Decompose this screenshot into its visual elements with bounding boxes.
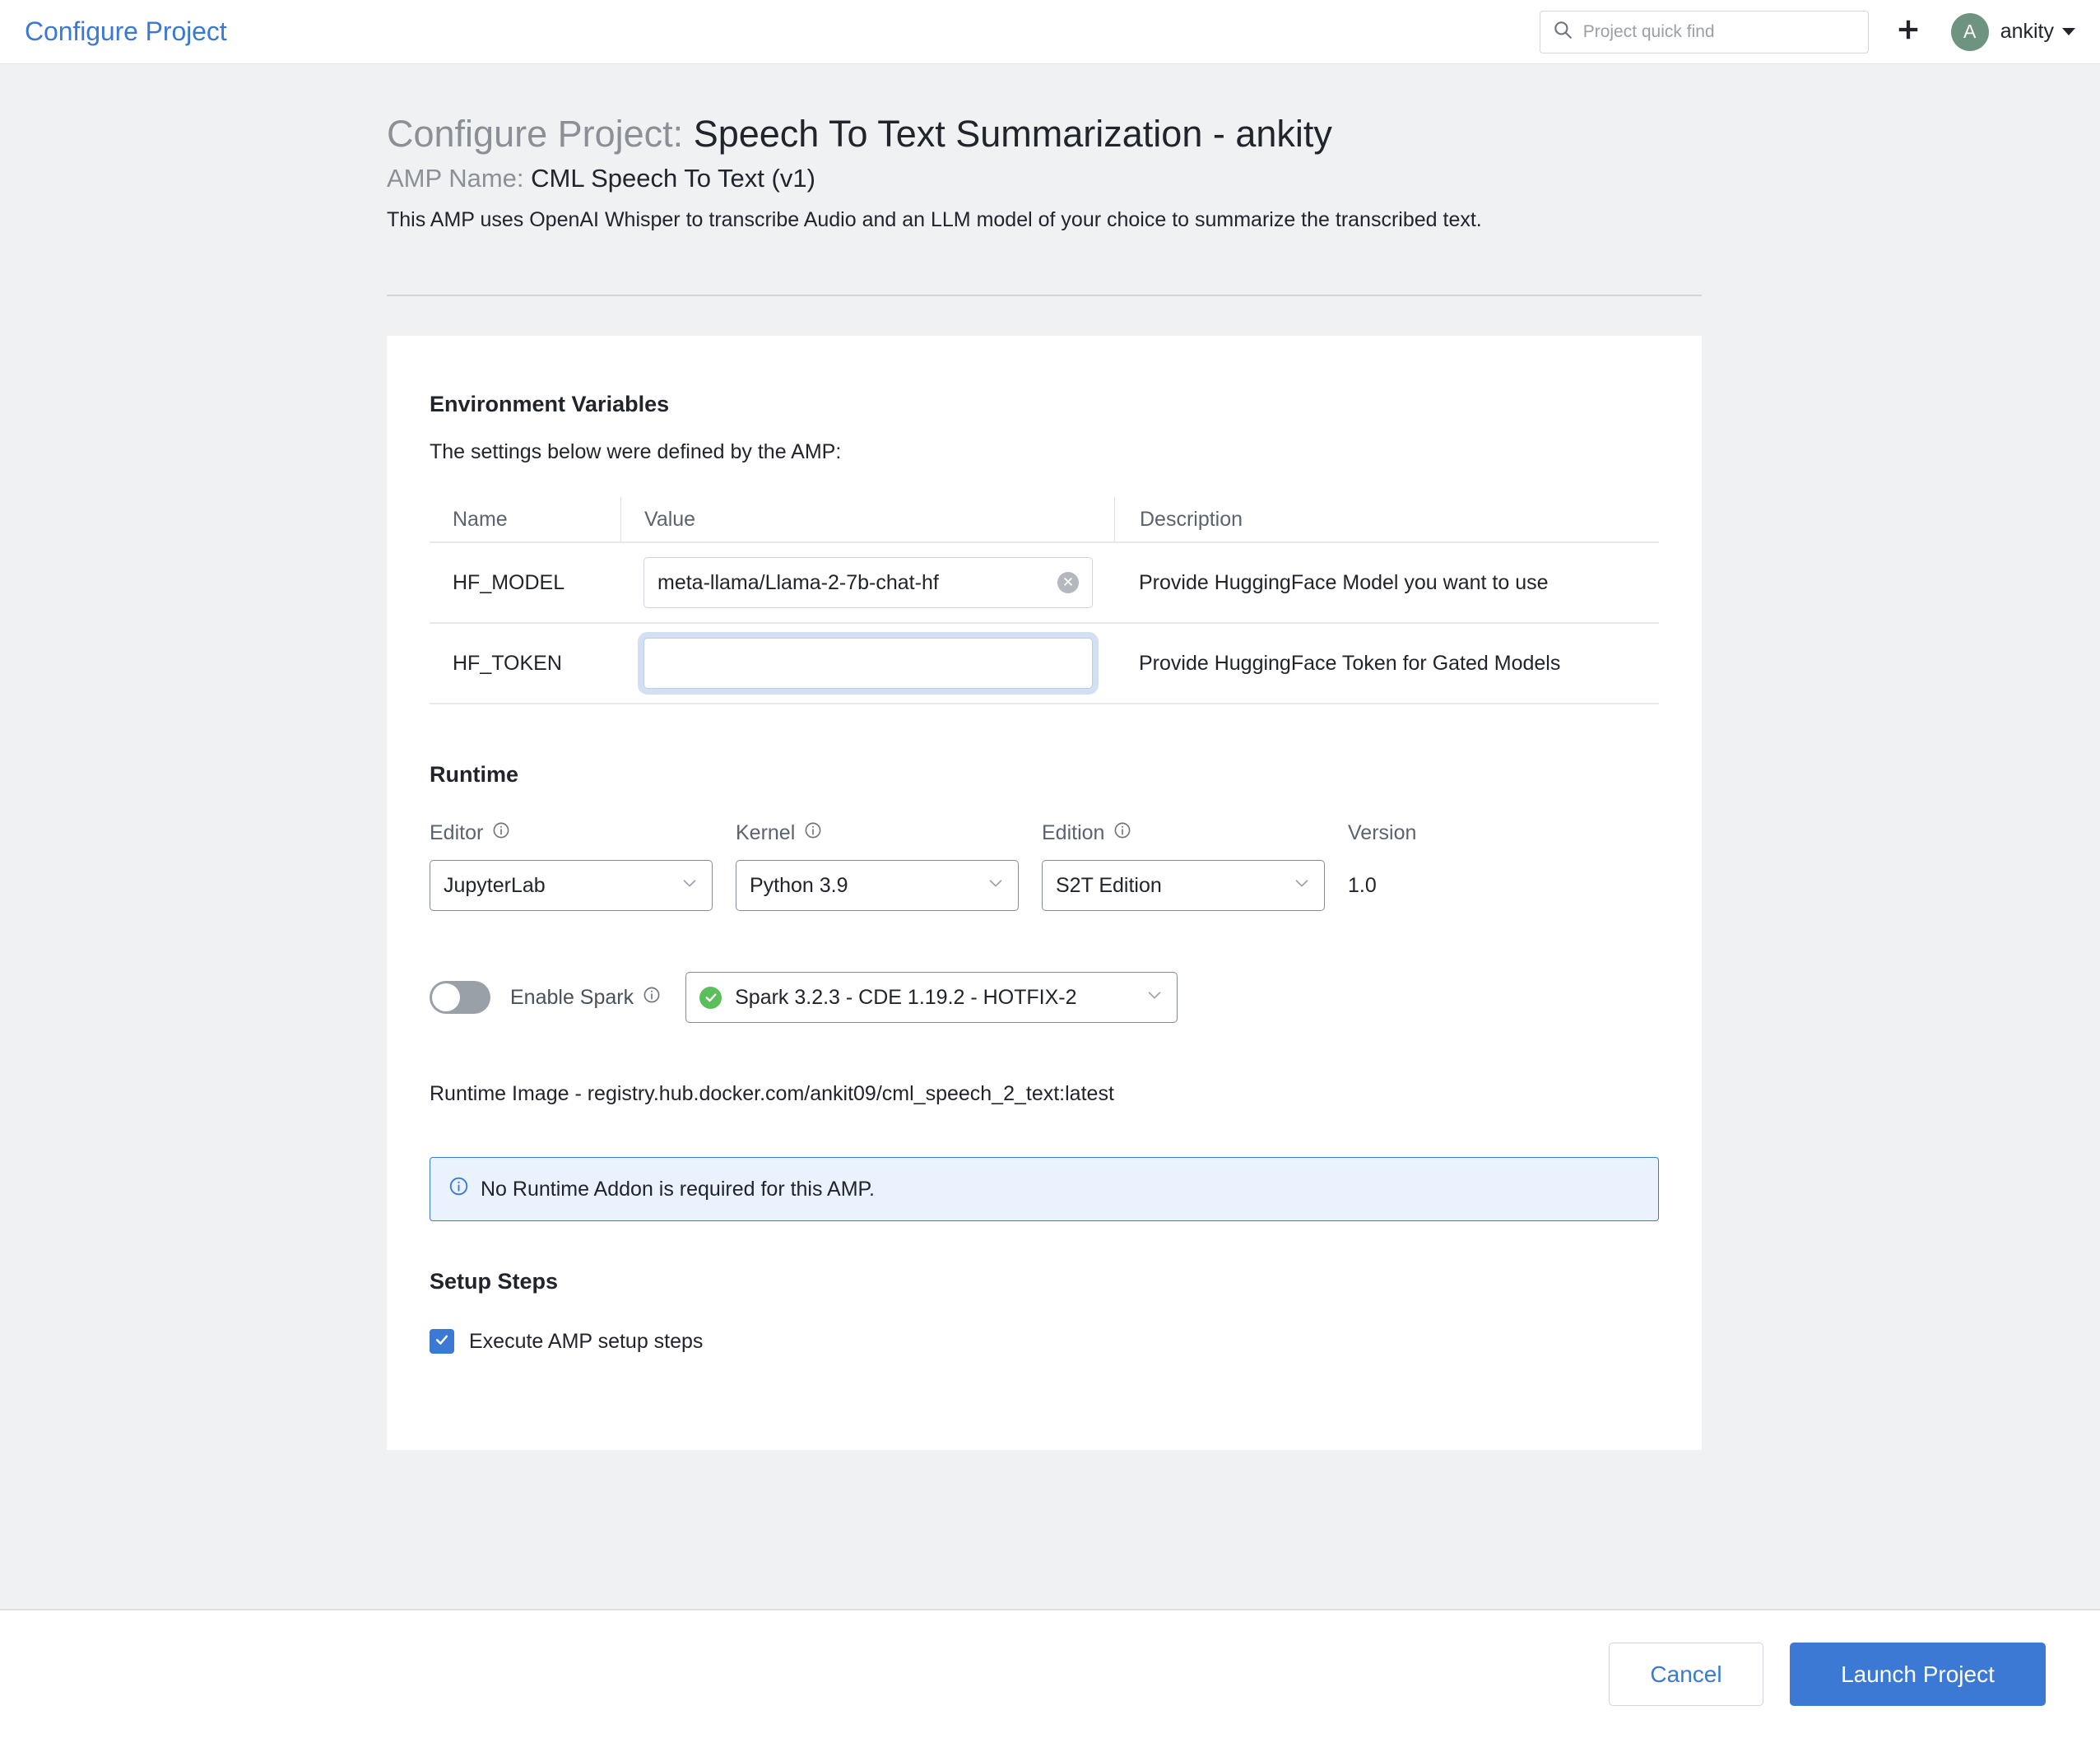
version-label-wrapper: Version <box>1348 819 1416 847</box>
version-field: Version 1.0 <box>1348 819 1416 911</box>
edition-select[interactable]: S2T Edition <box>1042 860 1325 911</box>
editor-field: Editor JupyterLab <box>430 819 713 911</box>
footer-action-bar: Cancel Launch Project <box>0 1609 2100 1738</box>
column-header-description: Description <box>1114 497 1659 541</box>
runtime-heading: Runtime <box>430 762 1659 788</box>
table-row: HF_TOKEN Provide HuggingFace Token for G… <box>430 624 1659 704</box>
hf-token-input[interactable] <box>657 652 1051 676</box>
version-value: 1.0 <box>1348 860 1416 911</box>
setup-steps-row: Execute AMP setup steps <box>430 1329 1659 1354</box>
execute-amp-setup-steps-label[interactable]: Execute AMP setup steps <box>469 1330 703 1354</box>
table-header-row: Name Value Description <box>430 497 1659 543</box>
kernel-select[interactable]: Python 3.9 <box>736 860 1019 911</box>
enable-spark-toggle[interactable] <box>430 981 490 1014</box>
editor-label-wrapper: Editor <box>430 819 713 847</box>
runtime-addon-alert-text: No Runtime Addon is required for this AM… <box>481 1178 875 1201</box>
enable-spark-label-wrapper: Enable Spark <box>510 986 661 1010</box>
kernel-selected-value: Python 3.9 <box>750 874 848 898</box>
env-var-value-cell <box>620 638 1114 689</box>
amp-name-label: AMP Name: <box>387 164 531 193</box>
enable-spark-label: Enable Spark <box>510 986 634 1010</box>
env-var-name: HF_MODEL <box>430 571 620 595</box>
env-var-description: Provide HuggingFace Model you want to us… <box>1114 571 1659 595</box>
info-icon[interactable] <box>643 986 661 1010</box>
page-header: Configure Project: Speech To Text Summar… <box>387 112 1703 232</box>
spark-version-select[interactable]: Spark 3.2.3 - CDE 1.19.2 - HOTFIX-2 <box>685 972 1178 1023</box>
info-icon[interactable] <box>492 821 510 845</box>
page-title-prefix: Configure Project: <box>387 113 694 155</box>
spark-row: Enable Spark Spark 3.2.3 - CDE 1.19.2 - … <box>430 972 1659 1023</box>
editor-selected-value: JupyterLab <box>444 874 546 898</box>
search-icon <box>1552 19 1573 44</box>
env-var-description: Provide HuggingFace Token for Gated Mode… <box>1114 652 1659 676</box>
env-var-value-cell: ✕ <box>620 557 1114 608</box>
amp-name-value: CML Speech To Text (v1) <box>531 164 815 193</box>
hf-model-input-wrapper[interactable]: ✕ <box>643 557 1093 608</box>
user-menu[interactable]: A ankity <box>1951 13 2080 51</box>
info-circle-icon <box>448 1176 469 1202</box>
app-title-link[interactable]: Configure Project <box>25 16 227 47</box>
edition-selected-value: S2T Edition <box>1056 874 1162 898</box>
topbar-actions: A ankity <box>1540 7 2080 57</box>
hf-model-input[interactable] <box>657 571 1051 595</box>
kernel-label: Kernel <box>736 821 795 845</box>
execute-amp-setup-steps-checkbox[interactable] <box>430 1329 454 1354</box>
chevron-down-icon <box>1293 874 1311 898</box>
env-var-name: HF_TOKEN <box>430 652 620 676</box>
chevron-down-icon <box>681 874 699 898</box>
spark-selected-value: Spark 3.2.3 - CDE 1.19.2 - HOTFIX-2 <box>735 986 1076 1010</box>
clear-x-icon[interactable]: ✕ <box>1057 572 1079 593</box>
runtime-image-line: Runtime Image - registry.hub.docker.com/… <box>430 1082 1659 1106</box>
environment-variables-table: Name Value Description HF_MODEL ✕ Provid… <box>430 497 1659 704</box>
check-circle-icon <box>699 987 722 1009</box>
user-name-label: ankity <box>2000 20 2054 44</box>
page-content: Configure Project: Speech To Text Summar… <box>0 64 2100 1609</box>
runtime-addon-alert: No Runtime Addon is required for this AM… <box>430 1157 1659 1221</box>
edition-label-wrapper: Edition <box>1042 819 1325 847</box>
table-row: HF_MODEL ✕ Provide HuggingFace Model you… <box>430 543 1659 624</box>
kernel-field: Kernel Python 3.9 <box>736 819 1019 911</box>
search-input[interactable] <box>1583 22 1856 42</box>
header-divider <box>387 295 1702 296</box>
page-title-project: Speech To Text Summarization - ankity <box>694 113 1332 155</box>
configuration-card: Environment Variables The settings below… <box>387 336 1702 1450</box>
add-new-button[interactable] <box>1882 7 1935 57</box>
amp-name-line: AMP Name: CML Speech To Text (v1) <box>387 164 1703 193</box>
info-icon[interactable] <box>1113 821 1131 845</box>
chevron-down-icon <box>2062 28 2075 35</box>
editor-select[interactable]: JupyterLab <box>430 860 713 911</box>
toggle-knob <box>432 983 460 1011</box>
edition-label: Edition <box>1042 821 1104 845</box>
setup-steps-heading: Setup Steps <box>430 1269 1659 1294</box>
page-title: Configure Project: Speech To Text Summar… <box>387 112 1703 156</box>
launch-project-button[interactable]: Launch Project <box>1790 1643 2046 1706</box>
version-label: Version <box>1348 821 1416 845</box>
quick-find-search-box[interactable] <box>1540 11 1869 53</box>
chevron-down-icon <box>1145 986 1164 1010</box>
check-icon <box>434 1331 450 1352</box>
runtime-fields-row: Editor JupyterLab Kernel <box>430 819 1659 911</box>
top-navigation-bar: Configure Project A ankity <box>0 0 2100 64</box>
edition-field: Edition S2T Edition <box>1042 819 1325 911</box>
avatar: A <box>1951 13 1989 51</box>
cancel-button[interactable]: Cancel <box>1609 1643 1763 1706</box>
column-header-value: Value <box>620 497 1114 541</box>
amp-description: This AMP uses OpenAI Whisper to transcri… <box>387 208 1703 232</box>
plus-icon <box>1896 17 1921 46</box>
environment-variables-subtitle: The settings below were defined by the A… <box>430 440 1659 464</box>
chevron-down-icon <box>987 874 1005 898</box>
kernel-label-wrapper: Kernel <box>736 819 1019 847</box>
editor-label: Editor <box>430 821 483 845</box>
hf-token-input-wrapper[interactable] <box>643 638 1093 689</box>
info-icon[interactable] <box>804 821 822 845</box>
column-header-name: Name <box>430 508 620 532</box>
environment-variables-heading: Environment Variables <box>430 392 1659 417</box>
